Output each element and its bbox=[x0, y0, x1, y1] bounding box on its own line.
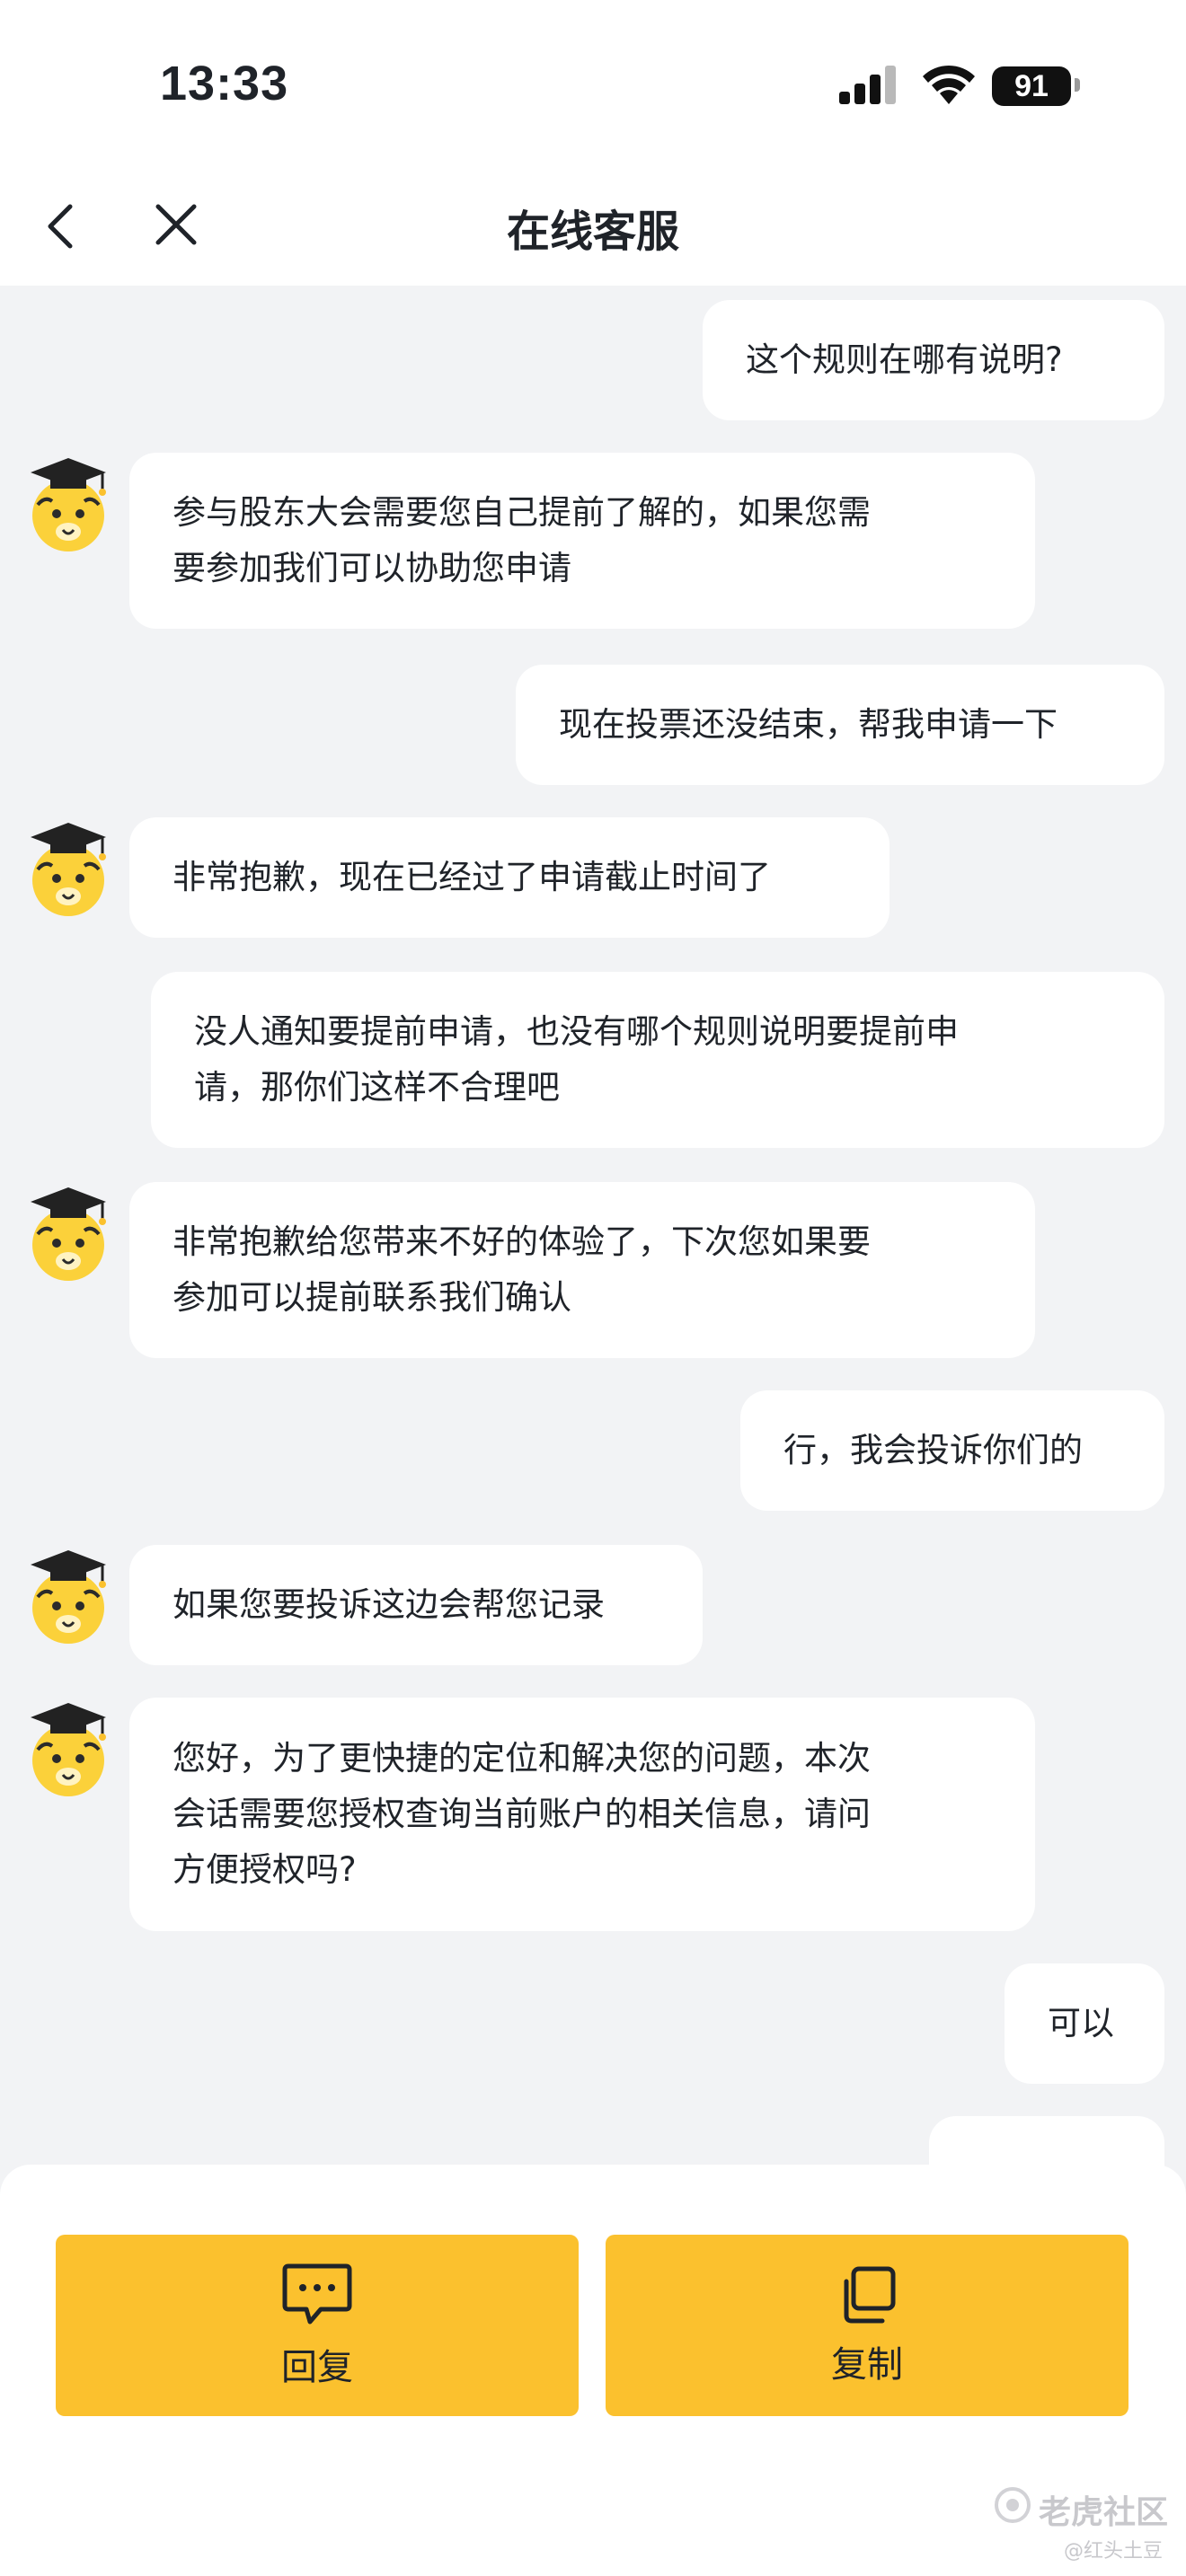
cellular-signal-icon bbox=[839, 66, 896, 104]
reply-label: 回复 bbox=[281, 2347, 353, 2388]
copy-label: 复制 bbox=[831, 2344, 903, 2386]
agent-message-bubble[interactable]: 您好，为了更快捷的定位和解决您的问题，本次 会话需要您授权查询当前账户的相关信息… bbox=[129, 1698, 1035, 1931]
tiger-avatar-icon bbox=[31, 823, 106, 916]
copy-button[interactable]: 复制 bbox=[606, 2235, 1128, 2416]
reply-button[interactable]: 回复 bbox=[56, 2235, 579, 2416]
copy-icon bbox=[844, 2266, 896, 2324]
tiger-avatar-icon bbox=[31, 1703, 106, 1796]
agent-message-bubble[interactable]: 如果您要投诉这边会帮您记录 bbox=[129, 1545, 703, 1665]
agent-message-bubble[interactable]: 参与股东大会需要您自己提前了解的，如果您需 要参加我们可以协助您申请 bbox=[129, 453, 1035, 629]
user-message-bubble[interactable]: 行，我会投诉你们的 bbox=[740, 1390, 1164, 1511]
user-message-bubble[interactable]: 可以 bbox=[1005, 1963, 1164, 2084]
chat-bubble-icon bbox=[282, 2263, 352, 2325]
status-time: 13:33 bbox=[160, 57, 289, 110]
tiger-avatar-icon bbox=[31, 1187, 106, 1281]
watermark-brand: 老虎社区 bbox=[1039, 2494, 1169, 2531]
watermark-logo-icon bbox=[995, 2487, 1031, 2523]
top-bar: 13:33 91 在线客服 bbox=[0, 0, 1186, 286]
battery-indicator: 91 bbox=[992, 66, 1071, 106]
user-message-bubble[interactable]: 现在投票还没结束，帮我申请一下 bbox=[516, 665, 1164, 785]
battery-tip bbox=[1075, 78, 1080, 92]
tiger-avatar-icon bbox=[31, 1550, 106, 1644]
watermark-user: @红头土豆 bbox=[1064, 2540, 1164, 2563]
agent-message-bubble[interactable]: 非常抱歉，现在已经过了申请截止时间了 bbox=[129, 817, 890, 938]
wifi-icon bbox=[923, 65, 975, 104]
agent-message-bubble[interactable]: 非常抱歉给您带来不好的体验了，下次您如果要 参加可以提前联系我们确认 bbox=[129, 1182, 1035, 1358]
user-message-bubble[interactable]: 没人通知要提前申请，也没有哪个规则说明要提前申 请，那你们这样不合理吧 bbox=[151, 972, 1164, 1148]
user-message-bubble[interactable]: 这个规则在哪有说明? bbox=[703, 300, 1164, 420]
page-title: 在线客服 bbox=[506, 207, 679, 257]
tiger-avatar-icon bbox=[31, 458, 106, 551]
